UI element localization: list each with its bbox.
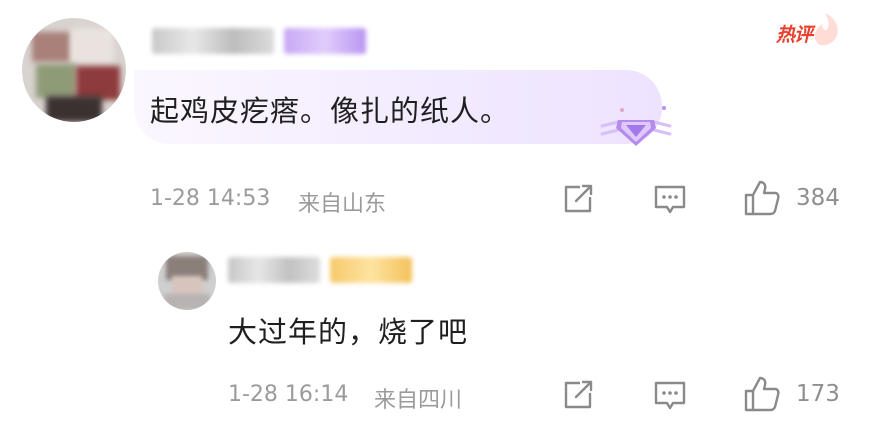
avatar[interactable] — [158, 252, 216, 310]
hot-comment-badge: 热评 — [776, 24, 813, 46]
comment-text[interactable]: 起鸡皮疙瘩。像扎的纸人。 — [150, 88, 510, 130]
username[interactable] — [228, 257, 320, 283]
user-level-badge — [330, 257, 412, 283]
like-count: 173 — [796, 381, 840, 407]
like-count: 384 — [796, 185, 840, 211]
comment-icon[interactable] — [652, 181, 688, 217]
username[interactable] — [152, 28, 274, 54]
comment-time: 1-28 16:14 — [228, 382, 349, 407]
user-level-badge — [284, 28, 366, 54]
comment-location: 来自四川 — [374, 388, 463, 413]
comment-location: 来自山东 — [298, 192, 387, 217]
comment-thread: 热评 起鸡皮疙瘩。像扎的纸人。 1-28 14:53 来自山东 384 大过年的… — [0, 0, 870, 433]
thumbs-up-icon[interactable] — [742, 178, 782, 218]
comment-text[interactable]: 大过年的，烧了吧 — [228, 309, 468, 351]
share-icon[interactable] — [560, 181, 596, 217]
comment-time: 1-28 14:53 — [150, 186, 271, 211]
thumbs-up-icon[interactable] — [742, 374, 782, 414]
flame-icon — [814, 13, 838, 46]
purple-diamond-badge-icon — [600, 106, 672, 146]
share-icon[interactable] — [560, 377, 596, 413]
comment-icon[interactable] — [652, 377, 688, 413]
avatar[interactable] — [22, 18, 126, 122]
